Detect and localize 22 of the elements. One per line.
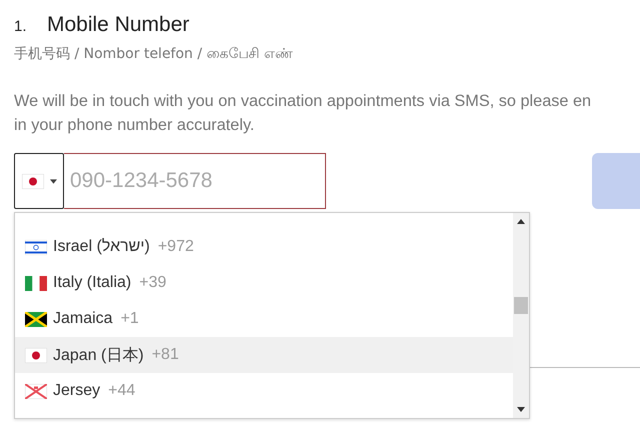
jamaica-flag-icon bbox=[25, 312, 47, 326]
country-option[interactable]: Japan (日本) +81 bbox=[15, 337, 513, 373]
phone-number-field[interactable]: 090-1234-5678 bbox=[64, 153, 326, 209]
israel-flag-icon bbox=[25, 240, 47, 254]
italy-flag-icon bbox=[25, 276, 47, 290]
question-number: 1. bbox=[14, 18, 28, 35]
country-option[interactable]: Jersey +44 bbox=[15, 373, 513, 409]
country-code-dropdown[interactable] bbox=[14, 153, 64, 209]
scrollbar[interactable] bbox=[513, 213, 529, 418]
scroll-down-icon[interactable] bbox=[517, 407, 525, 412]
jersey-flag-icon bbox=[25, 384, 47, 398]
description-text: We will be in touch with you on vaccination appointments via SMS, so please en bbox=[14, 91, 592, 112]
question-title: Mobile Number bbox=[47, 13, 190, 37]
japan-flag-icon bbox=[25, 348, 47, 362]
description-text: in your phone number accurately. bbox=[14, 115, 254, 136]
question-subtitle: 手机号码 / Nombor telefon / கைபேசி எண் bbox=[14, 45, 294, 63]
country-option[interactable]: Jamaica +1 bbox=[15, 301, 513, 337]
japan-flag-icon bbox=[22, 174, 44, 188]
caret-icon bbox=[50, 178, 56, 184]
scroll-up-icon[interactable] bbox=[517, 219, 525, 224]
country-option[interactable]: Italy (Italia) +39 bbox=[15, 265, 513, 301]
scrollbar-thumb[interactable] bbox=[514, 297, 528, 314]
